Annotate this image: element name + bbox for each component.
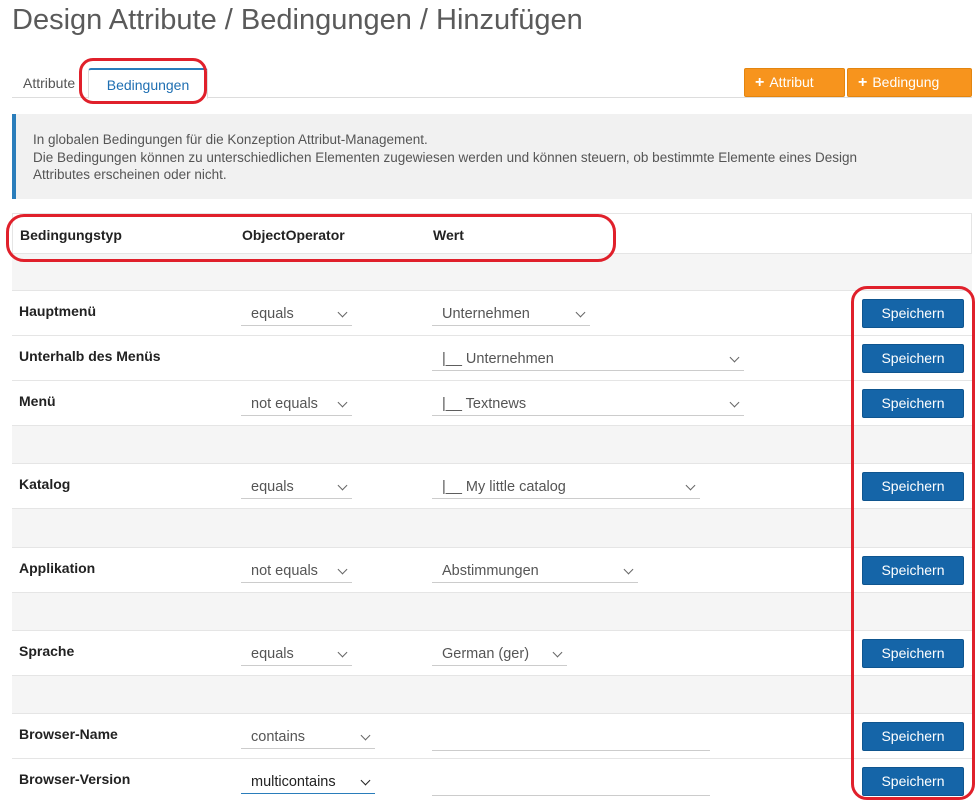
operator-value: equals: [251, 306, 294, 322]
condition-label: Katalog: [19, 476, 71, 492]
condition-label: Browser-Version: [19, 771, 131, 787]
operator-select[interactable]: not equals: [241, 559, 352, 583]
chevron-down-icon: [337, 564, 348, 575]
save-button[interactable]: Speichern: [862, 299, 964, 328]
save-button[interactable]: Speichern: [862, 472, 964, 501]
value-select[interactable]: |__ Unternehmen: [432, 347, 744, 371]
operator-value: multicontains: [251, 774, 336, 790]
chevron-down-icon: [552, 647, 563, 658]
operator-select[interactable]: contains: [241, 725, 375, 749]
chevron-down-icon: [685, 480, 696, 491]
chevron-down-icon: [360, 775, 371, 786]
save-button[interactable]: Speichern: [862, 344, 964, 373]
table-row: Applikation not equals Abstimmungen Spei…: [12, 547, 972, 592]
chevron-down-icon: [623, 564, 634, 575]
value-text: |__ My little catalog: [442, 479, 566, 495]
value-text: Unternehmen: [442, 306, 530, 322]
chevron-down-icon: [337, 307, 348, 318]
header-wert: Wert: [433, 227, 464, 243]
condition-label: Sprache: [19, 643, 75, 659]
condition-label: Browser-Name: [19, 726, 118, 742]
tab-bedingungen[interactable]: Bedingungen: [88, 68, 208, 99]
page-title: Design Attribute / Bedingungen / Hinzufü…: [12, 4, 583, 36]
condition-label: Menü: [19, 393, 56, 409]
value-select[interactable]: |__ My little catalog: [432, 475, 700, 499]
chevron-down-icon: [729, 352, 740, 363]
condition-label: Hauptmenü: [19, 303, 96, 319]
value-text: |__ Textnews: [442, 396, 527, 412]
table-spacer: [12, 592, 972, 630]
table-row: Sprache equals German (ger) Speichern: [12, 630, 972, 675]
info-box: In globalen Bedingungen für die Konzepti…: [12, 114, 972, 199]
operator-value: contains: [251, 729, 306, 745]
add-bedingung-label: Bedingung: [872, 74, 940, 90]
table-spacer: [12, 253, 972, 290]
save-button[interactable]: Speichern: [862, 722, 964, 751]
chevron-down-icon: [729, 397, 740, 408]
table-header: Bedingungstyp ObjectOperator Wert: [12, 213, 972, 253]
table-row: Hauptmenü equals Unternehmen Speichern: [12, 290, 972, 335]
save-button[interactable]: Speichern: [862, 389, 964, 418]
save-button[interactable]: Speichern: [862, 556, 964, 585]
table-spacer: [12, 675, 972, 713]
value-select[interactable]: |__ Textnews: [432, 392, 744, 416]
operator-select[interactable]: equals: [241, 475, 352, 499]
save-button[interactable]: Speichern: [862, 639, 964, 668]
table-spacer: [12, 508, 972, 547]
value-text: Abstimmungen: [442, 563, 539, 579]
add-attribut-button[interactable]: + Attribut: [744, 68, 845, 97]
value-select[interactable]: German (ger): [432, 642, 567, 666]
header-bedingungstyp: Bedingungstyp: [20, 227, 122, 243]
save-button[interactable]: Speichern: [862, 767, 964, 796]
operator-select[interactable]: equals: [241, 642, 352, 666]
value-text: |__ Unternehmen: [442, 351, 554, 367]
plus-icon: +: [858, 74, 868, 91]
condition-label: Unterhalb des Menüs: [19, 348, 161, 364]
chevron-down-icon: [337, 480, 348, 491]
add-bedingung-button[interactable]: + Bedingung: [847, 68, 972, 97]
operator-select[interactable]: multicontains: [241, 770, 375, 794]
table-row: Menü not equals |__ Textnews Speichern: [12, 380, 972, 425]
chevron-down-icon: [575, 307, 586, 318]
table-spacer: [12, 425, 972, 463]
condition-label: Applikation: [19, 560, 96, 576]
info-line: Attributes erscheinen oder nicht.: [33, 167, 227, 182]
value-select[interactable]: Abstimmungen: [432, 559, 638, 583]
plus-icon: +: [755, 74, 765, 91]
info-line: In globalen Bedingungen für die Konzepti…: [33, 132, 428, 147]
add-attribut-label: Attribut: [769, 74, 814, 90]
operator-select[interactable]: equals: [241, 302, 352, 326]
table-row: Katalog equals |__ My little catalog Spe…: [12, 463, 972, 508]
table-row: Browser-Name contains Speichern: [12, 713, 972, 758]
chevron-down-icon: [337, 647, 348, 658]
operator-value: equals: [251, 479, 294, 495]
chevron-down-icon: [337, 397, 348, 408]
browser-name-input[interactable]: [432, 725, 710, 751]
value-text: German (ger): [442, 646, 530, 662]
operator-value: not equals: [251, 563, 318, 579]
value-select[interactable]: Unternehmen: [432, 302, 590, 326]
tab-attribute[interactable]: Attribute: [23, 68, 75, 99]
table-row: Unterhalb des Menüs |__ Unternehmen Spei…: [12, 335, 972, 380]
chevron-down-icon: [360, 730, 371, 741]
table-row: Browser-Version multicontains Speichern: [12, 758, 972, 803]
operator-select[interactable]: not equals: [241, 392, 352, 416]
info-line: Die Bedingungen können zu unterschiedlic…: [33, 149, 858, 165]
operator-value: equals: [251, 646, 294, 662]
operator-value: not equals: [251, 396, 318, 412]
browser-version-input[interactable]: [432, 770, 710, 796]
header-objectoperator: ObjectOperator: [242, 227, 345, 243]
